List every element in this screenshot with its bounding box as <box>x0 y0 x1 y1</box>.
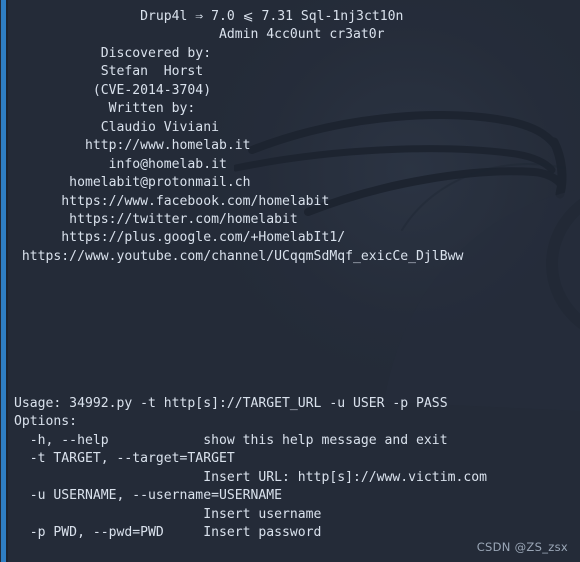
usage-help-output: Usage: 34992.py -t http[s]://TARGET_URL … <box>14 395 487 543</box>
social-link-twitter: https://twitter.com/homelabit <box>14 211 298 227</box>
csdn-watermark: CSDN @ZS_zsx <box>476 540 568 554</box>
social-link-google-plus: https://plus.google.com/+HomelabIt1/ <box>14 230 346 246</box>
discovered-by-label: Discovered by: <box>14 45 212 61</box>
option-password: -p PWD, --pwd=PWD Insert password <box>14 525 322 541</box>
ascii-banner: Drup4l ⇒ 7.0 ⩽ 7.31 Sql-1nj3ct10n Admin … <box>14 8 463 266</box>
terminal-window: Drup4l ⇒ 7.0 ⩽ 7.31 Sql-1nj3ct10n Admin … <box>0 0 580 562</box>
option-username: -u USERNAME, --username=USERNAME <box>14 488 283 504</box>
written-by-label: Written by: <box>14 101 196 117</box>
option-help: -h, --help show this help message and ex… <box>14 432 448 448</box>
discoverer-name: Stefan Horst <box>14 64 204 80</box>
author-website: http://www.homelab.it <box>14 138 251 154</box>
options-header: Options: <box>14 414 78 430</box>
option-username-description: Insert username <box>14 506 322 522</box>
author-email-primary: info@homelab.it <box>14 156 227 172</box>
cve-identifier: (CVE-2014-3704) <box>14 82 212 98</box>
option-target: -t TARGET, --target=TARGET <box>14 451 235 467</box>
terminal-screen[interactable]: Drup4l ⇒ 7.0 ⩽ 7.31 Sql-1nj3ct10n Admin … <box>0 0 580 562</box>
window-accent-bar-shadow <box>6 0 8 562</box>
option-target-description: Insert URL: http[s]://www.victim.com <box>14 469 487 485</box>
usage-line: Usage: 34992.py -t http[s]://TARGET_URL … <box>14 396 448 411</box>
banner-title-line-2: Admin 4cc0unt cr3at0r <box>14 27 385 43</box>
banner-title-line-1: Drup4l ⇒ 7.0 ⩽ 7.31 Sql-1nj3ct10n <box>14 9 404 24</box>
author-email-secondary: homelabit@protonmail.ch <box>14 175 251 191</box>
social-link-youtube: https://www.youtube.com/channel/UCqqmSdM… <box>14 248 464 264</box>
social-link-facebook: https://www.facebook.com/homelabit <box>14 193 330 209</box>
author-name: Claudio Viviani <box>14 119 219 135</box>
